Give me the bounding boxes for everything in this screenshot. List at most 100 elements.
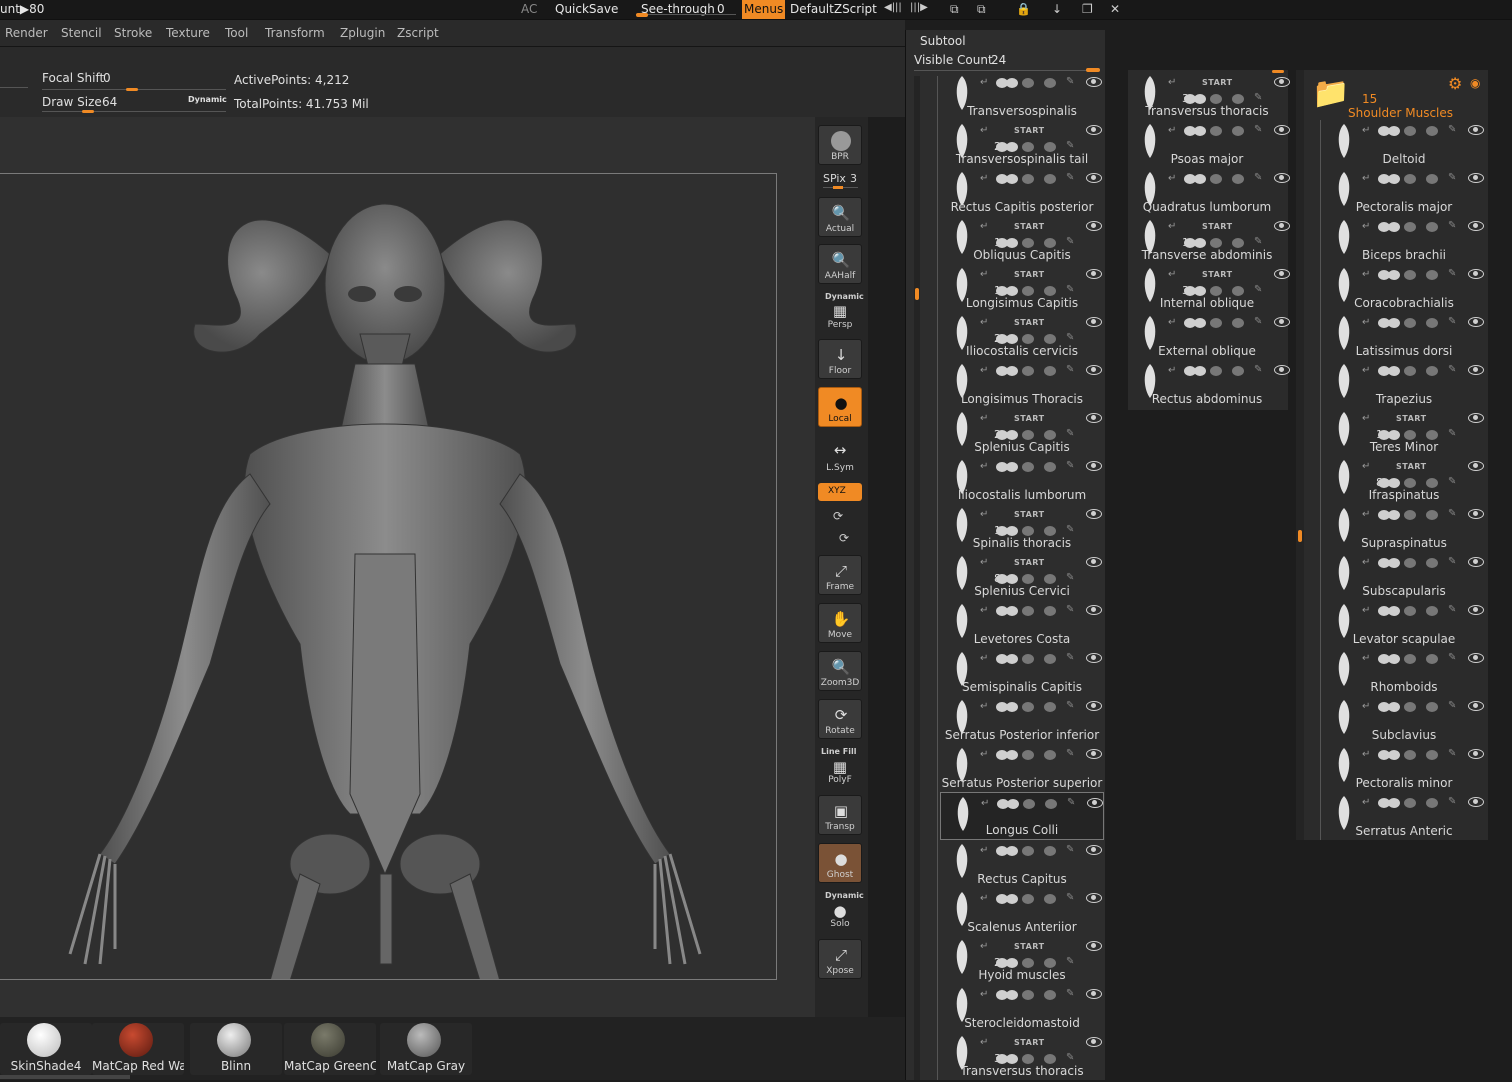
gear-icon[interactable]: ⚙ [1448, 74, 1462, 93]
menu-texture[interactable]: Texture [166, 26, 210, 40]
menu-tool[interactable]: Tool [225, 26, 248, 40]
frame-button[interactable]: ⤢ Frame [818, 555, 862, 595]
arrow-icon[interactable]: ↵ [1362, 461, 1370, 472]
eye-icon[interactable] [1086, 413, 1102, 423]
toggle-icon[interactable] [1006, 366, 1018, 376]
eye-icon[interactable] [1086, 173, 1102, 183]
arrow-icon[interactable]: ↵ [1168, 317, 1176, 328]
toggle-icon[interactable] [1022, 334, 1034, 344]
rotate-y-icon[interactable]: ⟳ [833, 509, 843, 523]
toggle-icon[interactable] [1006, 606, 1018, 616]
toggle-icon[interactable] [1404, 222, 1416, 232]
toggle-icon[interactable] [1044, 174, 1056, 184]
pen-icon[interactable]: ✎ [1448, 364, 1456, 375]
seethrough-knob[interactable] [636, 13, 648, 17]
toggle-icon[interactable] [1426, 366, 1438, 376]
arrow-icon[interactable]: ↵ [980, 413, 988, 424]
pen-icon[interactable]: ✎ [1448, 428, 1456, 439]
spix-knob[interactable] [833, 186, 843, 189]
material-item[interactable]: MatCap GreenClay [284, 1023, 376, 1075]
eye-icon[interactable] [1086, 941, 1102, 951]
toggle-icon[interactable] [1044, 366, 1056, 376]
subtool-row[interactable]: ↵ ✎ Serratus Posterior inferior [940, 696, 1104, 744]
eye-icon[interactable] [1468, 461, 1484, 471]
lock-icon[interactable]: 🔒 [1016, 2, 1031, 16]
arrow-icon[interactable]: ↵ [980, 893, 988, 904]
toggle-icon[interactable] [1404, 558, 1416, 568]
subtool-row[interactable]: ↵START2✎Transversospinalis tail [940, 120, 1104, 168]
arrow-icon[interactable]: ↵ [980, 317, 988, 328]
toggle-icon[interactable] [1023, 799, 1035, 809]
subtool-row[interactable]: ↵START8✎Ifraspinatus [1322, 456, 1486, 504]
toggle-icon[interactable] [1022, 958, 1034, 968]
toggle-icon[interactable] [1426, 478, 1438, 488]
arrow-icon[interactable]: ↵ [1168, 221, 1176, 232]
arrow-icon[interactable]: ↵ [1362, 365, 1370, 376]
toggle-icon[interactable] [1426, 750, 1438, 760]
scroll-thumb[interactable] [915, 288, 919, 300]
subtool-row[interactable]: ↵ ✎ Trapezius [1322, 360, 1486, 408]
toggle-icon[interactable] [1194, 174, 1206, 184]
eye-icon[interactable] [1468, 365, 1484, 375]
spix-label[interactable]: SPix [823, 172, 846, 185]
toggle-icon[interactable] [1022, 238, 1034, 248]
arrow-icon[interactable]: ↵ [980, 1037, 988, 1048]
toggle-icon[interactable] [1044, 142, 1056, 152]
toggle-icon[interactable] [1022, 990, 1034, 1000]
subtool-row[interactable]: ↵ ✎ Coracobrachialis [1322, 264, 1486, 312]
toggle-icon[interactable] [1426, 606, 1438, 616]
menu-stencil[interactable]: Stencil [61, 26, 102, 40]
close-icon[interactable]: ✕ [1110, 2, 1120, 16]
eye-icon[interactable] [1468, 317, 1484, 327]
toggle-icon[interactable] [1210, 174, 1222, 184]
subtool-row[interactable]: ↵START1✎Spinalis thoracis [940, 504, 1104, 552]
pen-icon[interactable]: ✎ [1448, 316, 1456, 327]
toggle-icon[interactable] [1006, 286, 1018, 296]
toggle-icon[interactable] [1232, 286, 1244, 296]
subtool-row[interactable]: ↵START1✎Transverse abdominis [1128, 216, 1290, 264]
arrow-icon[interactable]: ↵ [1362, 317, 1370, 328]
pen-icon[interactable]: ✎ [1254, 364, 1262, 375]
arrow-icon[interactable]: ↵ [1168, 77, 1176, 88]
col3-scroll-thumb[interactable] [1298, 530, 1302, 542]
eye-icon[interactable] [1468, 557, 1484, 567]
eye-icon[interactable] [1468, 125, 1484, 135]
subtool-row[interactable]: ↵ ✎ Subscapularis [1322, 552, 1486, 600]
eye-icon[interactable] [1086, 557, 1102, 567]
toggle-icon[interactable] [1044, 606, 1056, 616]
toggle-icon[interactable] [1006, 958, 1018, 968]
eye-icon[interactable] [1274, 77, 1290, 87]
eye-icon[interactable] [1086, 317, 1102, 327]
eye-icon[interactable] [1468, 605, 1484, 615]
eye-icon[interactable] [1468, 749, 1484, 759]
eye-icon[interactable] [1274, 125, 1290, 135]
pen-icon[interactable]: ✎ [1448, 220, 1456, 231]
toggle-icon[interactable] [1404, 702, 1416, 712]
eye-icon[interactable] [1274, 221, 1290, 231]
arrow-icon[interactable]: ↵ [1362, 413, 1370, 424]
subtool-row[interactable]: ↵START3✎Transversus thoracis [940, 1032, 1104, 1080]
arrow-icon[interactable]: ↵ [980, 461, 988, 472]
pen-icon[interactable]: ✎ [1066, 172, 1074, 183]
toggle-icon[interactable] [1404, 366, 1416, 376]
toggle-icon[interactable] [1006, 526, 1018, 536]
pen-icon[interactable]: ✎ [1254, 172, 1262, 183]
toggle-icon[interactable] [1388, 606, 1400, 616]
subtool-row[interactable]: ↵ ✎ Rectus abdominus [1128, 360, 1290, 408]
actual-button[interactable]: 🔍 Actual [818, 197, 862, 237]
toggle-icon[interactable] [1388, 702, 1400, 712]
pen-icon[interactable]: ✎ [1448, 604, 1456, 615]
eye-icon[interactable] [1468, 173, 1484, 183]
eye-icon[interactable] [1468, 701, 1484, 711]
minimize-icon[interactable]: ↓ [1052, 2, 1062, 16]
subtool-row[interactable]: ↵ ✎ Sterocleidomastoid [940, 984, 1104, 1032]
toggle-icon[interactable] [1006, 78, 1018, 88]
toggle-icon[interactable] [1194, 94, 1206, 104]
pen-icon[interactable]: ✎ [1254, 124, 1262, 135]
arrow-icon[interactable]: ↵ [980, 125, 988, 136]
toggle-icon[interactable] [1404, 126, 1416, 136]
arrow-icon[interactable]: ↵ [1362, 269, 1370, 280]
toggle-icon[interactable] [1022, 574, 1034, 584]
toggle-icon[interactable] [1006, 894, 1018, 904]
toggle-icon[interactable] [1044, 574, 1056, 584]
